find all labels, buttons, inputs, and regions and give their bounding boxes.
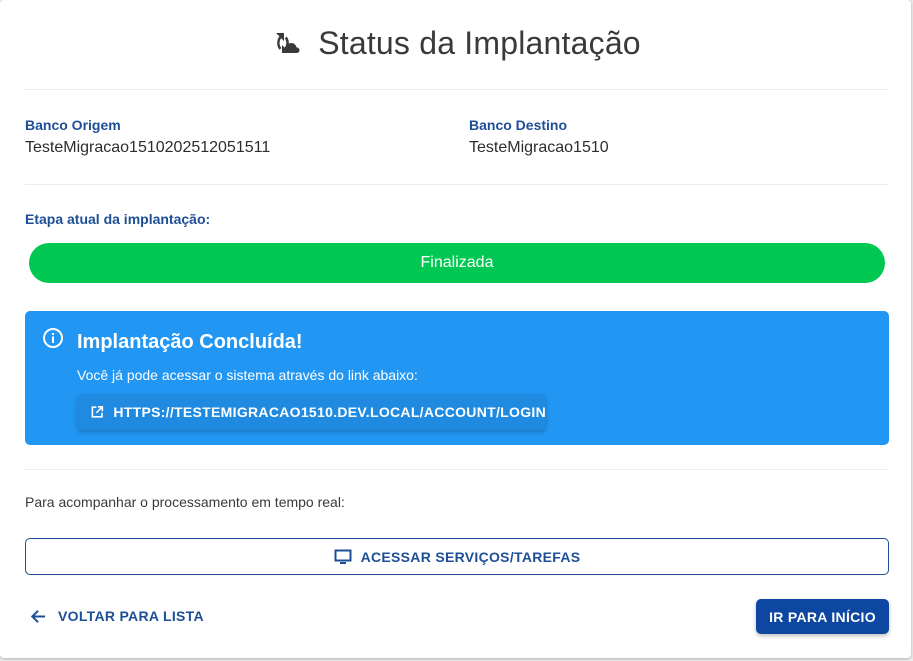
alert-message: Você já pode acessar o sistema através d…	[77, 367, 418, 383]
cloud-sync-icon	[276, 33, 300, 53]
back-to-list-button[interactable]: VOLTAR PARA LISTA	[30, 604, 204, 628]
stage-status-bar: Finalizada	[29, 243, 885, 283]
destination-label: Banco Destino	[469, 117, 568, 133]
access-services-button[interactable]: ACESSAR SERVIÇOS/TAREFAS	[25, 538, 889, 575]
success-alert: Implantação Concluída! Você já pode aces…	[25, 311, 889, 445]
origin-label: Banco Origem	[25, 117, 121, 133]
page-header: Status da Implantação	[0, 18, 913, 68]
back-to-list-label: VOLTAR PARA LISTA	[58, 608, 204, 624]
go-home-label: IR PARA INÍCIO	[769, 608, 876, 625]
alert-title: Implantação Concluída!	[77, 331, 303, 353]
page-title: Status da Implantação	[318, 24, 641, 61]
access-services-label: ACESSAR SERVIÇOS/TAREFAS	[360, 548, 581, 565]
divider	[25, 184, 888, 185]
system-login-link-label: HTTPS://TESTEMIGRACAO1510.DEV.LOCAL/ACCO…	[113, 404, 546, 420]
divider	[25, 89, 888, 90]
arrow-left-icon	[30, 609, 45, 623]
divider	[25, 469, 888, 470]
system-login-link-button[interactable]: HTTPS://TESTEMIGRACAO1510.DEV.LOCAL/ACCO…	[77, 394, 546, 430]
info-icon	[43, 328, 63, 348]
monitor-icon	[334, 549, 352, 564]
external-link-icon	[91, 406, 104, 418]
origin-value: TesteMigracao1510202512051511	[25, 139, 271, 156]
realtime-text: Para acompanhar o processamento em tempo…	[25, 494, 345, 510]
go-home-button[interactable]: IR PARA INÍCIO	[756, 599, 889, 634]
stage-label: Etapa atual da implantação:	[25, 211, 211, 227]
stage-status-text: Finalizada	[420, 254, 494, 271]
destination-value: TesteMigracao1510	[469, 139, 609, 156]
